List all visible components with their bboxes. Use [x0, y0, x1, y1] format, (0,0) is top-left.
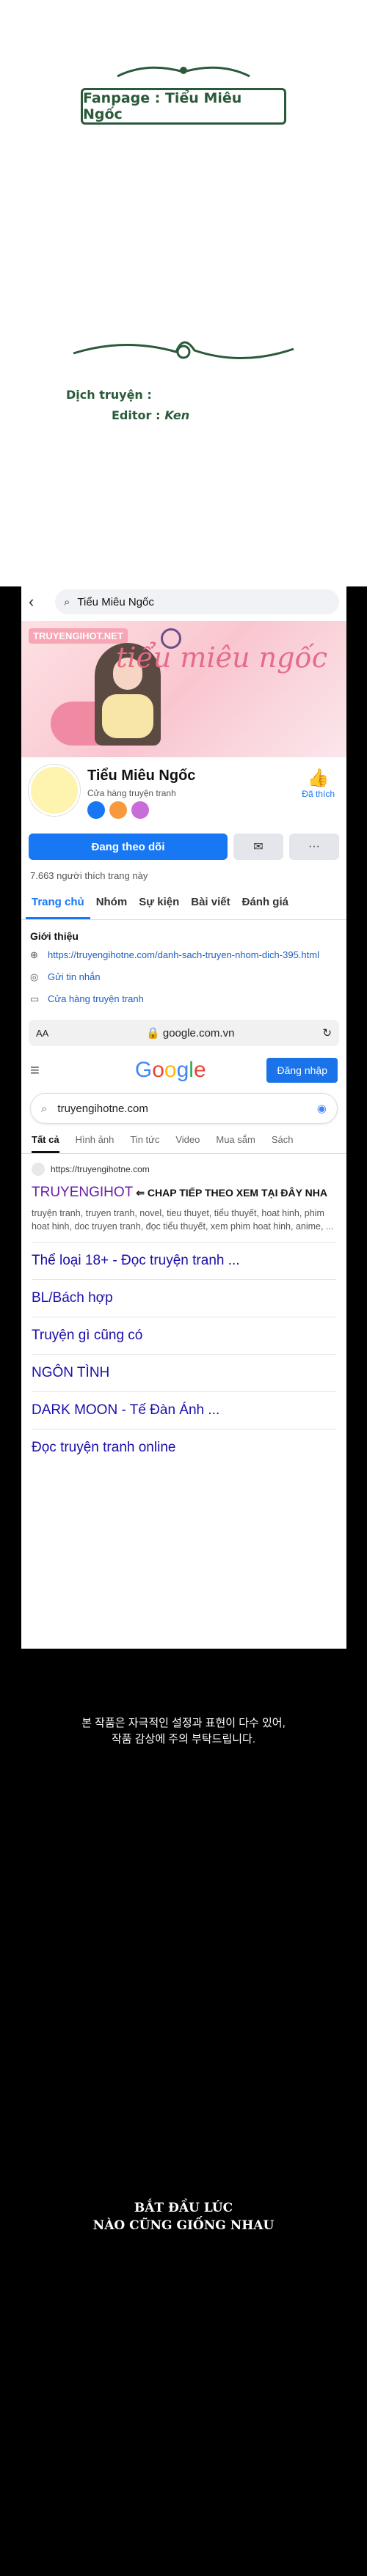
result-url[interactable]: https://truyengihotne.com	[32, 1163, 336, 1176]
liked-label: Đã thích	[302, 789, 335, 799]
facebook-search-input[interactable]: ⌕ Tiểu Miêu Ngốc	[55, 589, 339, 614]
messenger-icon: ◎	[30, 971, 39, 982]
google-tabs: Tất cả Hình ảnh Tin tức Video Mua sắm Sá…	[21, 1131, 346, 1154]
sitelink-item[interactable]: BL/Bách hợp	[32, 1279, 336, 1317]
result-snippet: truyện tranh, truyen tranh, novel, tieu …	[32, 1208, 334, 1232]
page-category: Cửa hàng truyện tranh	[87, 788, 176, 798]
tab-video[interactable]: Video	[175, 1134, 200, 1153]
facebook-search-bar: ‹ ⌕ Tiểu Miêu Ngốc	[21, 583, 346, 621]
tab-groups[interactable]: Nhóm	[90, 887, 134, 919]
google-search-value: truyengihotne.com	[57, 1102, 148, 1115]
menu-icon[interactable]: ≡	[30, 1061, 74, 1080]
content-warning: 본 작품은 자극적인 설정과 표현이 다수 있어, 작품 감상에 주의 부탁드립…	[0, 1715, 367, 1748]
tagline-line-1: BẮT ĐẦU LÚC	[134, 2201, 233, 2215]
orange-badge-icon	[109, 801, 127, 819]
sitelink-item[interactable]: DARK MOON - Tế Đàn Ánh ...	[32, 1391, 336, 1429]
result-title[interactable]: TRUYENGIHOT	[32, 1185, 133, 1200]
translator-label: Dịch truyện :	[66, 388, 152, 402]
page-badges	[87, 801, 149, 819]
page-profile: Tiểu Miêu Ngốc Cửa hàng truyện tranh 👍 Đ…	[21, 757, 346, 838]
google-header: ≡ Google Đăng nhập	[21, 1046, 346, 1090]
phone-screenshot: ‹ ⌕ Tiểu Miêu Ngốc TRUYENGIHOT.NET tiểu …	[21, 583, 346, 1649]
liked-button[interactable]: 👍 Đã thích	[302, 768, 335, 799]
reader-aa-button[interactable]: AA	[36, 1028, 58, 1039]
tab-events[interactable]: Sự kiện	[133, 887, 185, 919]
translator-line: Dịch truyện :	[66, 385, 189, 405]
chapter-tagline: BẮT ĐẦU LÚC NÀO CŨNG GIỐNG NHAU	[0, 2199, 367, 2234]
sitelink-item[interactable]: Thể loại 18+ - Đọc truyện tranh ...	[32, 1242, 336, 1279]
google-logo: Google	[134, 1058, 206, 1082]
search-result: https://truyengihotne.com TRUYENGIHOT ⇐ C…	[21, 1154, 346, 1242]
signin-button[interactable]: Đăng nhập	[266, 1058, 338, 1083]
sitelink-item[interactable]: Đọc truyện tranh online	[32, 1429, 336, 1466]
blue-badge-icon	[87, 801, 105, 819]
tab-news[interactable]: Tin tức	[130, 1134, 159, 1153]
flourish-icon	[73, 341, 294, 359]
tab-books[interactable]: Sách	[272, 1134, 294, 1153]
intro-title: Giới thiệu	[30, 930, 79, 942]
fanpage-frame: Fanpage : Tiểu Miêu Ngốc	[81, 88, 286, 125]
tagline-line-2: NÀO CŨNG GIỐNG NHAU	[92, 2218, 275, 2233]
camera-icon[interactable]: ◉	[317, 1102, 327, 1115]
messenger-icon: ✉	[253, 841, 264, 853]
cover-script-title: tiểu miêu ngốc	[116, 641, 327, 674]
result-cta: ⇐ CHAP TIẾP THEO XEM TẠI ĐÂY NHA	[136, 1187, 327, 1199]
tab-home[interactable]: Trang chủ	[26, 887, 90, 919]
tab-shopping[interactable]: Mua sắm	[216, 1134, 255, 1153]
tab-reviews[interactable]: Đánh giá	[236, 887, 294, 919]
ornament-icon	[117, 66, 250, 78]
avatar[interactable]	[29, 765, 80, 816]
lock-icon: 🔒	[146, 1027, 160, 1039]
credits: Dịch truyện : Editor : Ken	[66, 385, 189, 426]
globe-icon: ⊕	[30, 949, 38, 960]
cover-watermark: TRUYENGIHOT.NET	[29, 628, 128, 644]
google-search-input[interactable]: ⌕ truyengihotne.com ◉	[30, 1093, 338, 1124]
search-icon: ⌕	[41, 1102, 48, 1115]
notice-line-2: 작품 감상에 주의 부탁드립니다.	[111, 1733, 256, 1745]
browser-url-bar[interactable]: AA 🔒 google.com.vn ↻	[29, 1020, 339, 1046]
sitelink-item[interactable]: NGÔN TÌNH	[32, 1354, 336, 1391]
reload-icon[interactable]: ↻	[322, 1026, 332, 1039]
purple-badge-icon	[131, 801, 149, 819]
back-arrow-icon[interactable]: ‹	[29, 592, 49, 611]
intro-link[interactable]: https://truyengihotne.com/danh-sach-truy…	[48, 949, 319, 960]
notice-line-1: 본 작품은 자극적인 설정과 표현이 다수 있어,	[81, 1717, 286, 1729]
editor-value: Ken	[164, 408, 190, 422]
result-url-text: https://truyengihotne.com	[51, 1164, 150, 1174]
editor-line: Editor : Ken	[66, 405, 189, 426]
result-title-row[interactable]: TRUYENGIHOT ⇐ CHAP TIẾP THEO XEM TẠI ĐÂY …	[32, 1185, 336, 1201]
intro-section: Giới thiệu ⊕ https://truyengihotne.com/d…	[21, 920, 346, 1020]
intro-message-row[interactable]: ◎ Gửi tin nhắn	[30, 971, 338, 983]
follow-label: Đang theo dõi	[91, 840, 165, 853]
thumbs-up-icon: 👍	[307, 768, 330, 788]
facebook-search-text: Tiểu Miêu Ngốc	[77, 595, 154, 608]
page-name[interactable]: Tiểu Miêu Ngốc	[87, 768, 195, 784]
shop-icon: ▭	[30, 993, 40, 1004]
tab-images[interactable]: Hình ảnh	[76, 1134, 115, 1153]
fanpage-label: Fanpage : Tiểu Miêu Ngốc	[83, 90, 242, 122]
intro-shop[interactable]: Cửa hàng truyện tranh	[48, 993, 144, 1004]
page-tabs: Trang chủ Nhóm Sự kiện Bài viết Đánh giá	[21, 887, 346, 920]
more-label: ···	[308, 840, 320, 853]
search-icon: ⌕	[64, 595, 70, 608]
likes-count: 7.663 người thích trang này	[30, 870, 148, 881]
sitelink-item[interactable]: Truyện gì cũng có	[32, 1317, 336, 1354]
url-value: google.com.vn	[162, 1027, 235, 1039]
url-text: 🔒 google.com.vn	[58, 1026, 322, 1039]
favicon-icon	[32, 1163, 45, 1176]
tab-all[interactable]: Tất cả	[32, 1134, 59, 1153]
editor-label: Editor :	[112, 408, 161, 422]
intro-link-row[interactable]: ⊕ https://truyengihotne.com/danh-sach-tr…	[30, 949, 338, 961]
fanpage-banner: Fanpage : Tiểu Miêu Ngốc	[51, 81, 316, 132]
intro-message[interactable]: Gửi tin nhắn	[48, 971, 101, 982]
cover-photo: TRUYENGIHOT.NET tiểu miêu ngốc	[21, 621, 346, 757]
tab-posts[interactable]: Bài viết	[185, 887, 236, 919]
intro-shop-row[interactable]: ▭ Cửa hàng truyện tranh	[30, 993, 338, 1005]
